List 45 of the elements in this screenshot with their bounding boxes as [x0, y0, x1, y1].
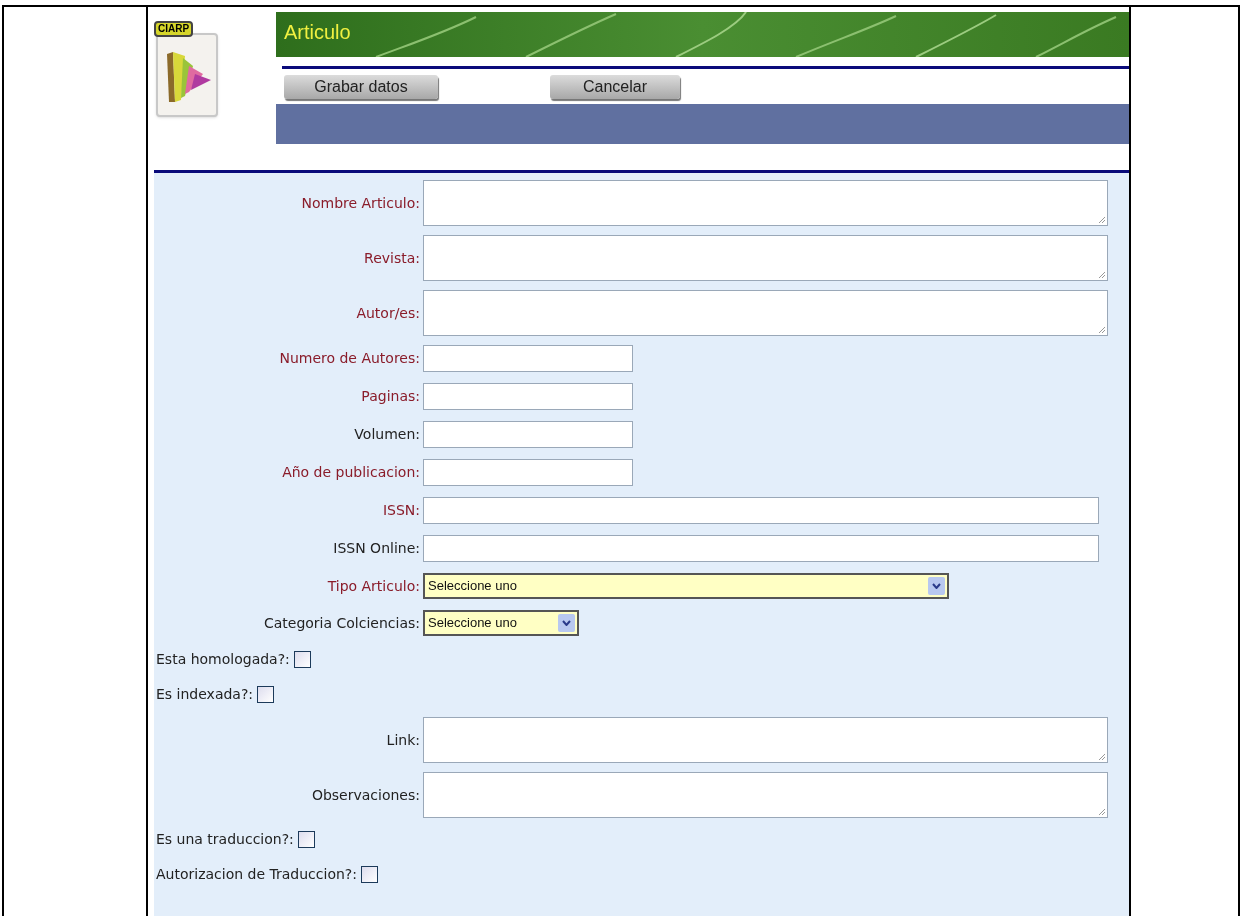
field-label: Numero de Autores: [278, 349, 421, 368]
field-label: Autorizacion de Traduccion?: [156, 864, 357, 884]
resize-grip-icon[interactable] [1097, 752, 1106, 761]
resize-grip-icon[interactable] [1097, 270, 1106, 279]
field-label: Esta homologada?: [156, 649, 290, 669]
field-label: Revista: [363, 248, 421, 268]
caret-icon [932, 583, 941, 589]
resize-grip-icon[interactable] [1097, 215, 1106, 224]
checkbox[interactable] [360, 865, 378, 883]
logo-badge: CIARP [154, 21, 194, 37]
caret-icon [562, 620, 571, 626]
field-label: Autor/es: [355, 303, 421, 323]
checkbox[interactable] [257, 685, 275, 703]
dropdown[interactable]: Seleccione uno [423, 573, 949, 599]
text-area[interactable] [423, 235, 1108, 281]
input-field[interactable] [423, 459, 633, 486]
input-field[interactable] [423, 345, 633, 372]
field-label: Tipo Articulo: [326, 576, 421, 596]
input-field[interactable] [423, 497, 1099, 524]
field-label: Año de publicacion: [281, 463, 421, 482]
text-area[interactable] [423, 290, 1108, 336]
text-area[interactable] [423, 772, 1108, 818]
field-label: ISSN: [381, 501, 421, 520]
resize-grip-icon[interactable] [1097, 325, 1106, 334]
cancel-button[interactable]: Cancelar [550, 74, 680, 99]
field-label: Observaciones: [310, 785, 421, 805]
checkbox[interactable] [293, 650, 311, 668]
checkbox[interactable] [297, 830, 315, 848]
text-area[interactable] [423, 180, 1108, 226]
field-label: Es indexada?: [156, 684, 254, 704]
field-label: Es una traduccion?: [156, 829, 294, 849]
resize-grip-icon[interactable] [1097, 807, 1106, 816]
input-field[interactable] [423, 421, 633, 448]
field-label: Nombre Articulo: [300, 193, 421, 213]
field-label: Link: [385, 730, 421, 750]
field-label: Categoria Colciencias: [262, 613, 421, 633]
field-label: ISSN Online: [332, 539, 421, 558]
dropdown[interactable]: Seleccione uno [423, 610, 579, 636]
page-title: Articulo [284, 21, 351, 43]
save-button[interactable]: Grabar datos [284, 74, 438, 99]
field-label: Paginas: [360, 387, 421, 406]
input-field[interactable] [423, 535, 1099, 562]
input-field[interactable] [423, 383, 633, 410]
field-label: Volumen: [353, 425, 421, 444]
text-area[interactable] [423, 717, 1108, 763]
